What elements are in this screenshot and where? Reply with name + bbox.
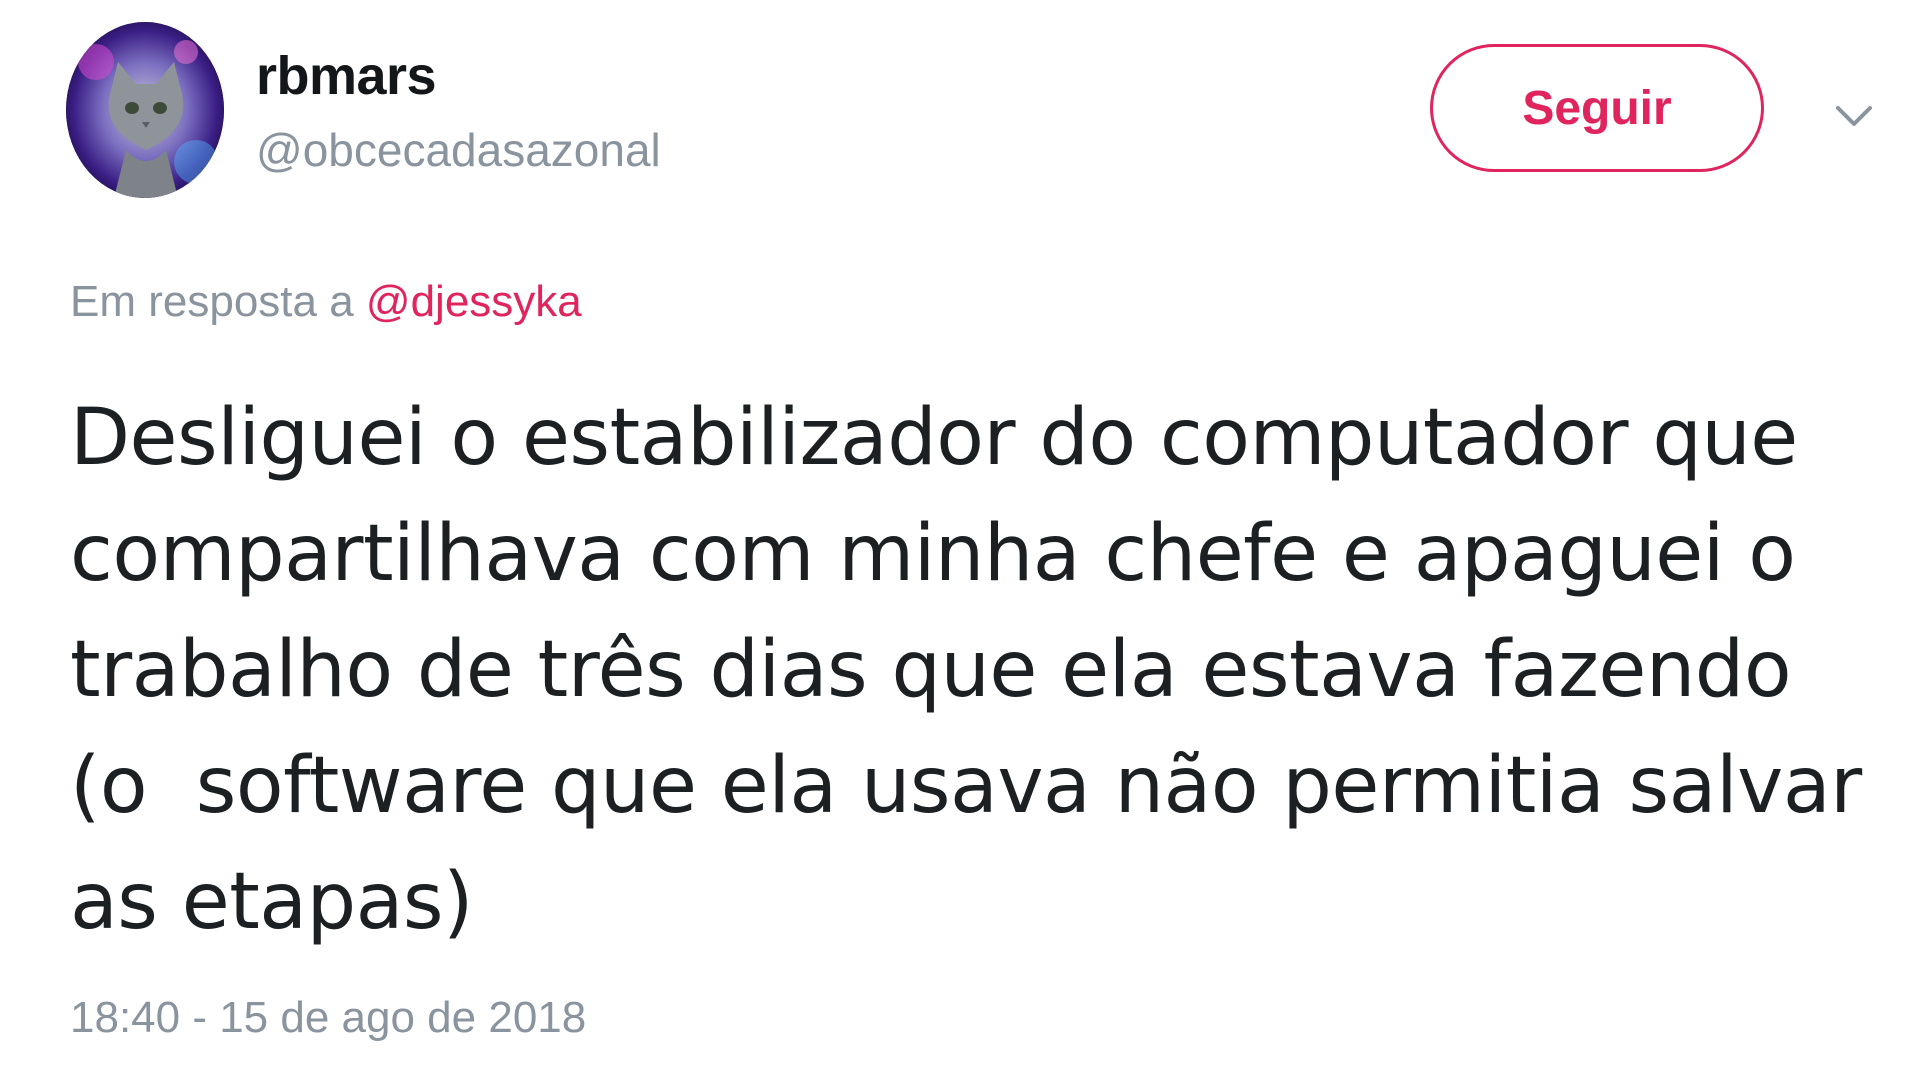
tweet-text-line: as etapas)	[70, 857, 473, 947]
tweet-text: Desliguei o estabilizador do computador …	[70, 380, 1890, 960]
tweet-text-line: trabalho de três dias que ela estava faz…	[70, 625, 1792, 715]
chevron-down-icon[interactable]	[1832, 96, 1876, 136]
follow-button[interactable]: Seguir	[1430, 44, 1764, 172]
tweet-text-line: compartilhava com minha chefe e apaguei …	[70, 509, 1796, 599]
reply-context: Em resposta a @djessyka	[70, 274, 582, 330]
reply-prefix: Em resposta a	[70, 277, 354, 326]
tweet-timestamp-link[interactable]: 18:40 - 15 de ago de 2018	[70, 990, 586, 1046]
user-display-name[interactable]: rbmars	[256, 44, 437, 108]
avatar[interactable]	[66, 22, 224, 198]
user-handle[interactable]: @obcecadasazonal	[256, 122, 661, 178]
tweet-card: rbmars @obcecadasazonal Seguir Em respos…	[0, 0, 1920, 1080]
reply-to-handle-link[interactable]: @djessyka	[366, 277, 582, 326]
tweet-text-line: (o software que ela usava não permitia s…	[70, 741, 1862, 831]
cat-avatar-icon	[66, 22, 224, 198]
tweet-text-line: Desliguei o estabilizador do computador …	[70, 393, 1798, 483]
